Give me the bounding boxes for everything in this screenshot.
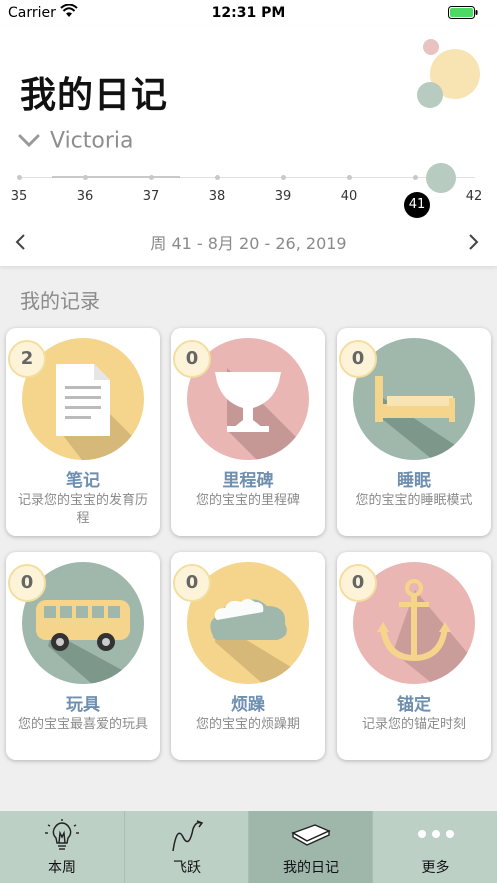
- week-slider-handle[interactable]: [426, 163, 456, 193]
- page-title: 我的日记: [20, 75, 169, 116]
- week-dot: [413, 175, 418, 180]
- count-badge: 0: [8, 564, 46, 602]
- battery-icon: [448, 6, 478, 19]
- card-description: 您的宝宝最喜爱的玩具: [17, 717, 148, 732]
- card-description: 记录您的宝宝的发育历程: [17, 493, 148, 526]
- week-tick-36[interactable]: 36: [70, 189, 100, 204]
- child-selector[interactable]: Victoria: [18, 128, 134, 154]
- card-title: 睡眠: [397, 471, 431, 491]
- week-tick-38[interactable]: 38: [202, 189, 232, 204]
- week-timeline-progress: [52, 176, 180, 178]
- card-description: 您的宝宝的烦躁期: [195, 717, 300, 732]
- card-description: 您的宝宝的睡眠模式: [355, 493, 473, 508]
- count-badge: 2: [8, 340, 46, 378]
- tab-label: 本周: [48, 860, 76, 876]
- card-title: 里程碑: [222, 471, 274, 491]
- section-title: 我的记录: [20, 289, 100, 313]
- count-badge: 0: [173, 340, 211, 378]
- card-toys[interactable]: 0 玩具 您的宝宝最喜爱的玩具: [6, 552, 160, 760]
- week-tick-37[interactable]: 37: [136, 189, 166, 204]
- leap-icon: [167, 819, 207, 853]
- week-dot: [83, 175, 88, 180]
- tab-leaps[interactable]: 飞跃: [124, 811, 249, 883]
- tab-this-week[interactable]: 本周: [0, 811, 124, 883]
- tab-label: 我的日记: [283, 860, 339, 876]
- decoration-bubbles: [416, 36, 482, 112]
- clock: 12:31 PM: [211, 5, 286, 21]
- week-tick-35[interactable]: 35: [4, 189, 34, 204]
- card-title: 笔记: [66, 471, 100, 491]
- card-title: 锚定: [397, 695, 431, 715]
- week-dot: [149, 175, 154, 180]
- card-fussiness[interactable]: 0 烦躁 您的宝宝的烦躁期: [171, 552, 325, 760]
- more-icon: [416, 829, 456, 839]
- week-dot: [347, 175, 352, 180]
- card-milestones[interactable]: 0 里程碑 您的宝宝的里程碑: [171, 328, 325, 536]
- tab-label: 飞跃: [173, 860, 201, 876]
- card-title: 烦躁: [231, 695, 265, 715]
- child-name: Victoria: [50, 128, 134, 154]
- card-description: 您的宝宝的里程碑: [195, 493, 300, 508]
- week-tick-selected[interactable]: 41: [404, 192, 430, 218]
- week-tick-39[interactable]: 39: [268, 189, 298, 204]
- tab-label: 更多: [421, 860, 450, 876]
- count-badge: 0: [173, 564, 211, 602]
- card-anchor[interactable]: 0 锚定 记录您的锚定时刻: [337, 552, 491, 760]
- status-bar: Carrier 12:31 PM: [0, 0, 497, 26]
- card-notes[interactable]: 2 笔记 记录您的宝宝的发育历程: [6, 328, 160, 536]
- tab-my-diary[interactable]: 我的日记: [248, 811, 373, 883]
- tab-bar: 本周 飞跃 我的日记 更多: [0, 811, 497, 883]
- week-dot: [215, 175, 220, 180]
- book-icon: [289, 819, 333, 849]
- card-sleep[interactable]: 0 睡眠 您的宝宝的睡眠模式: [337, 328, 491, 536]
- count-badge: 0: [339, 564, 377, 602]
- week-dot: [281, 175, 286, 180]
- chevron-right-icon[interactable]: [468, 233, 480, 251]
- card-description: 记录您的锚定时刻: [361, 717, 466, 732]
- count-badge: 0: [339, 340, 377, 378]
- week-date-range: 周 41 - 8月 20 - 26, 2019: [150, 234, 347, 253]
- week-tick-40[interactable]: 40: [334, 189, 364, 204]
- tab-more[interactable]: 更多: [372, 811, 497, 883]
- week-tick-42[interactable]: 42: [459, 189, 489, 204]
- card-title: 玩具: [66, 695, 100, 715]
- week-dot: [17, 175, 22, 180]
- lightbulb-icon: [44, 819, 80, 853]
- chevron-down-icon: [18, 134, 40, 148]
